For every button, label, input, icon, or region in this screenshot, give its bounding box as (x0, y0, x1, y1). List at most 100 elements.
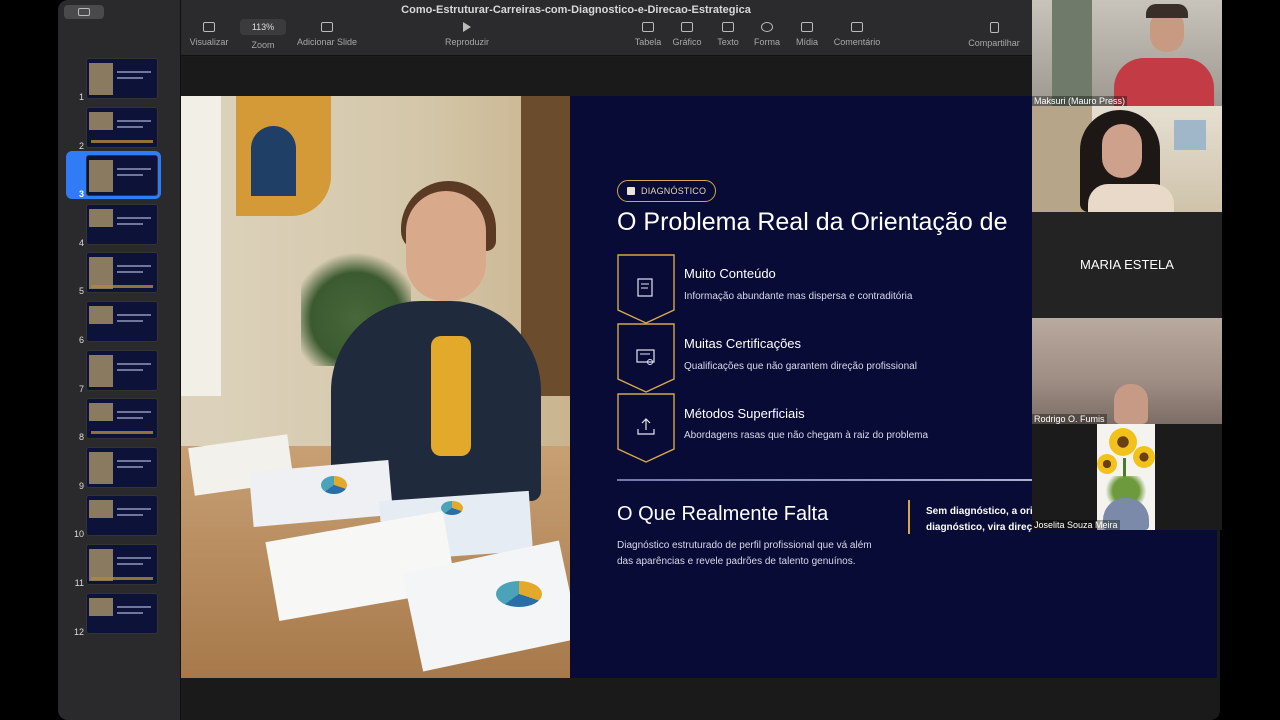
participant-video-2[interactable] (1032, 106, 1222, 212)
feature-desc-3: Abordagens rasas que não chegam à raiz d… (684, 430, 929, 441)
add-slide-icon (321, 22, 333, 32)
media-label: Mídia (795, 37, 818, 47)
shape-label: Forma (753, 37, 780, 47)
slide-preview (86, 398, 158, 440)
shape-icon (761, 22, 773, 32)
chart-label: Gráfico (672, 37, 702, 47)
slide-preview (86, 544, 158, 585)
play-label: Reproduzir (444, 37, 490, 47)
slide-preview (86, 495, 158, 537)
view-icon (203, 22, 215, 32)
slide-number: 9 (78, 480, 84, 491)
sidebar-icon (78, 8, 90, 16)
participant-video-1[interactable]: Maksuri (Mauro Press) (1032, 0, 1222, 106)
slide-preview (86, 203, 158, 245)
participant-name-4: Rodrigo O. Fumis (1032, 414, 1107, 424)
participant-video-3[interactable]: MARIA ESTELA (1032, 212, 1222, 318)
zoom-control[interactable]: 113% Zoom (237, 19, 289, 50)
share-label: Compartilhar (968, 38, 1020, 48)
zoom-value: 113% (240, 19, 286, 35)
slide-preview (86, 349, 158, 391)
slide-preview (86, 592, 158, 634)
media-icon (801, 22, 813, 32)
participant-name-1: Maksuri (Mauro Press) (1032, 96, 1128, 106)
slide-number: 12 (73, 626, 84, 637)
document-icon (617, 254, 675, 324)
text-button[interactable]: Texto (711, 22, 745, 47)
text-icon (722, 22, 734, 32)
slide-number: 3 (78, 189, 84, 200)
table-button[interactable]: Tabela (631, 22, 665, 47)
slide-thumbnail-11[interactable]: 11 (58, 544, 181, 588)
participant-name-3: MARIA ESTELA (1080, 257, 1174, 272)
slide-navigator: 1 2 3 4 5 6 7 8 9 10 11 12 (58, 0, 181, 720)
screen: 1 2 3 4 5 6 7 8 9 10 11 12 Como-Estruturar-Carreira… (0, 0, 1280, 720)
zoom-label: Zoom (251, 40, 275, 50)
feature-title-1: Muito Conteúdo (684, 266, 776, 281)
view-label: Visualizar (189, 37, 229, 47)
slide-thumbnail-9[interactable]: 9 (58, 446, 181, 491)
slide-number: 6 (78, 335, 84, 345)
add-slide-button[interactable]: Adicionar Slide (293, 22, 361, 47)
participant-name-5: Joselita Souza Meira (1032, 520, 1120, 530)
share-icon (989, 22, 999, 33)
table-label: Tabela (634, 37, 662, 47)
slide-number: 8 (78, 432, 84, 443)
feature-desc-2: Qualificações que não garantem direção p… (684, 361, 917, 372)
comment-label: Comentário (833, 37, 881, 47)
comment-button[interactable]: Comentário (829, 22, 885, 47)
slide-number: 10 (73, 529, 84, 540)
slide-number: 5 (78, 286, 84, 297)
quote-accent-bar (908, 500, 910, 534)
sidebar-toggle-button[interactable] (64, 5, 104, 19)
slide-thumbnail-2[interactable]: 2 (58, 106, 181, 151)
section-badge: DIAGNÓSTICO (617, 180, 717, 202)
slide-thumbnail-7[interactable]: 7 (58, 349, 181, 394)
play-button[interactable]: Reproduzir (438, 22, 496, 47)
chart-icon (681, 22, 693, 32)
missing-title: O Que Realmente Falta (617, 503, 829, 525)
slide-number: 7 (78, 383, 84, 394)
slide-number: 1 (78, 92, 84, 102)
text-label: Texto (717, 37, 739, 47)
badge-icon (627, 187, 635, 195)
badge-label: DIAGNÓSTICO (641, 186, 707, 196)
slide-thumbnail-12[interactable]: 12 (58, 592, 181, 637)
slide-preview (86, 106, 158, 148)
slide-thumbnail-1[interactable]: 1 (58, 58, 181, 102)
slide-title: O Problema Real da Orientação de (617, 208, 1008, 236)
view-button[interactable]: Visualizar (187, 22, 231, 47)
feature-desc-1: Informação abundante mas dispersa e cont… (684, 291, 913, 302)
document-title: Como-Estruturar-Carreiras-com-Diagnostic… (401, 4, 751, 16)
slide-preview (86, 252, 158, 294)
add-slide-label: Adicionar Slide (296, 37, 358, 47)
table-icon (642, 22, 654, 32)
play-icon (463, 22, 471, 32)
quote-text: Sem diagnóstico, a orie diagnóstico, vir… (926, 504, 1046, 536)
slide-thumbnail-4[interactable]: 4 (58, 203, 181, 248)
participant-video-4[interactable]: Rodrigo O. Fumis (1032, 318, 1222, 424)
upload-icon (617, 393, 675, 463)
slide-preview (86, 301, 158, 342)
media-button[interactable]: Mídia (789, 22, 825, 47)
missing-text: Diagnóstico estruturado de perfil profis… (617, 540, 872, 567)
slide-photo (181, 96, 570, 678)
slide-number: 11 (74, 578, 84, 588)
shape-button[interactable]: Forma (749, 22, 785, 47)
participant-video-5[interactable]: Joselita Souza Meira (1032, 424, 1222, 530)
quote-line-2: diagnóstico, vira direçã (926, 522, 1038, 533)
slide-preview (86, 446, 158, 488)
slide-preview (86, 58, 158, 99)
feature-title-2: Muitas Certificações (684, 336, 802, 351)
share-button[interactable]: Compartilhar (961, 22, 1027, 48)
slide-number: 2 (78, 140, 84, 151)
slide-thumbnail-3[interactable]: 3 (58, 151, 181, 200)
feature-title-3: Métodos Superficiais (684, 406, 805, 421)
slide-thumbnail-6[interactable]: 6 (58, 301, 181, 345)
slide-thumbnail-8[interactable]: 8 (58, 398, 181, 442)
slide-thumbnail-5[interactable]: 5 (58, 252, 181, 296)
slide-thumbnail-10[interactable]: 10 (58, 495, 181, 539)
certificate-icon (617, 323, 675, 393)
chart-button[interactable]: Gráfico (669, 22, 705, 47)
quote-line-1: Sem diagnóstico, a orie (926, 506, 1039, 517)
